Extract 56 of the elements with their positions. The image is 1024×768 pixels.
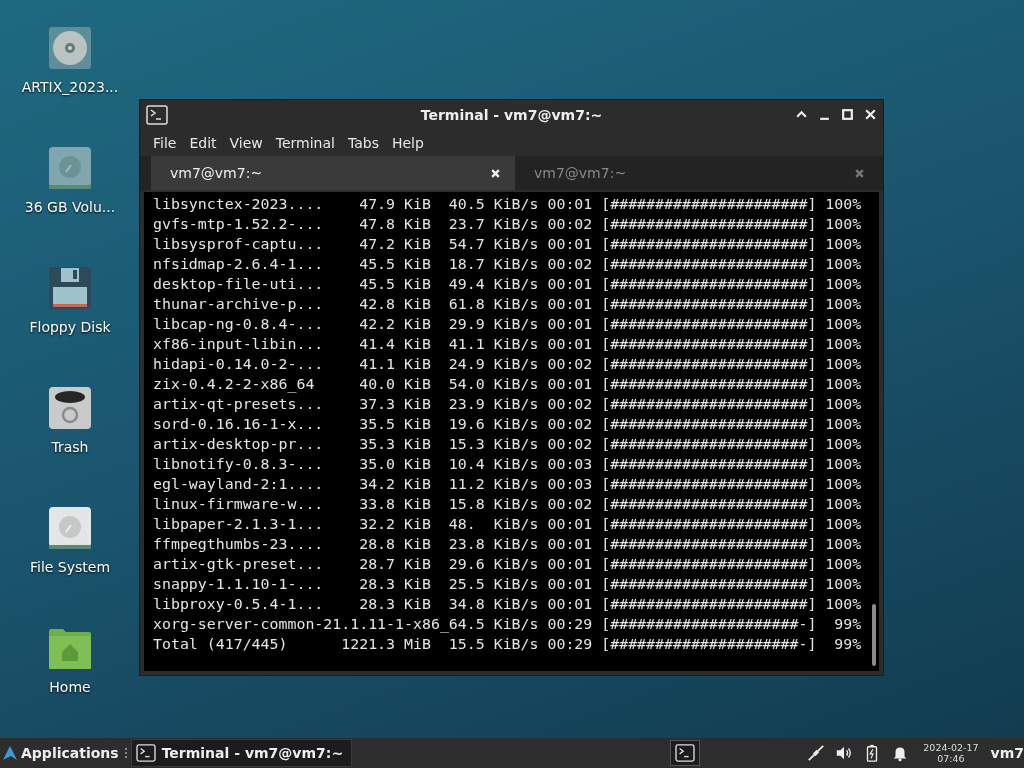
date-text: 2024-02-17 — [923, 742, 979, 753]
terminal-line: artix-gtk-preset... 28.7 KiB 29.6 KiB/s 00:01 [######################] 100% — [153, 554, 863, 574]
terminal-line: libcap-ng-0.8.4-... 42.2 KiB 29.9 KiB/s 00:01 [######################] 100% — [153, 314, 863, 334]
logo-icon — [2, 745, 18, 761]
menu-item[interactable]: Edit — [184, 132, 225, 153]
terminal-line: Total (417/445) 1221.3 MiB 15.5 KiB/s 00:29 [#####################-] 99% — [153, 634, 863, 654]
terminal-tab[interactable]: vm7@vm7:~ — [151, 156, 515, 190]
volume-icon[interactable] — [835, 744, 854, 762]
maximize-icon[interactable] — [841, 108, 854, 121]
terminal-line: libproxy-0.5.4-1... 28.3 KiB 34.8 KiB/s 00:01 [######################] 100% — [153, 594, 863, 614]
terminal-line: ffmpegthumbs-23.... 28.8 KiB 23.8 KiB/s 00:01 [######################] 100% — [153, 534, 863, 554]
taskbar-window-button[interactable]: Terminal - vm7@vm7:~ — [130, 739, 353, 767]
terminal-icon — [146, 104, 168, 125]
terminal-line: libnotify-0.8.3-... 35.0 KiB 10.4 KiB/s 00:03 [######################] 100% — [153, 454, 863, 474]
menu-item[interactable]: Help — [386, 132, 432, 153]
applications-menu-button[interactable]: Applications — [0, 738, 121, 768]
menu-item[interactable]: Tabs — [342, 132, 387, 153]
terminal-line: libsysprof-captu... 47.2 KiB 54.7 KiB/s 00:01 [######################] 100% — [153, 234, 863, 254]
terminal-line: desktop-file-uti... 45.5 KiB 49.4 KiB/s 00:01 [######################] 100% — [153, 274, 863, 294]
desktop-icon-label[interactable]: Floppy Disk — [29, 319, 111, 335]
time-text: 07:46 — [937, 753, 965, 764]
user-name[interactable]: vm7 — [990, 745, 1024, 761]
terminal-line: zix-0.4.2-2-x86_64 40.0 KiB 54.0 KiB/s 00:01 [######################] 100% — [153, 374, 863, 394]
desktop-icon-label[interactable]: File System — [29, 559, 111, 575]
terminal-line: libsynctex-2023.... 47.9 KiB 40.5 KiB/s 00:01 [######################] 100% — [153, 194, 863, 214]
terminal-line: egl-wayland-2:1.... 34.2 KiB 11.2 KiB/s 00:03 [######################] 100% — [153, 474, 863, 494]
terminal-launcher-icon[interactable] — [670, 740, 701, 766]
home-folder-icon[interactable] — [49, 627, 91, 669]
network-disconnected-icon[interactable] — [807, 744, 826, 762]
menu-item[interactable]: Terminal — [270, 132, 343, 153]
terminal-line: sord-0.16.16-1-x... 35.5 KiB 19.6 KiB/s 00:02 [######################] 100% — [153, 414, 863, 434]
terminal-line: linux-firmware-w... 33.8 KiB 15.8 KiB/s 00:02 [######################] 100% — [153, 494, 863, 514]
drive-icon[interactable] — [49, 507, 91, 549]
desktop-icon-label[interactable]: 36 GB Volu... — [24, 199, 116, 215]
menu-item[interactable]: View — [224, 132, 271, 153]
terminal-line: nfsidmap-2.6.4-1... 45.5 KiB 18.7 KiB/s 00:02 [######################] 100% — [153, 254, 863, 274]
terminal-icon — [135, 744, 156, 762]
terminal-line: hidapi-0.14.0-2-... 41.1 KiB 24.9 KiB/s 00:02 [######################] 100% — [153, 354, 863, 374]
terminal-line: snappy-1.1.10-1-... 28.3 KiB 25.5 KiB/s 00:01 [######################] 100% — [153, 574, 863, 594]
clock[interactable]: 2024-02-17 07:46 — [923, 742, 979, 764]
desktop-icon-label[interactable]: Home — [49, 679, 91, 695]
desktop-icon-label[interactable]: Trash — [51, 439, 89, 455]
terminal-line: xorg-server-common-21.1.11-1-x86_64.5 KiB/s 00:29 [#####################-] 99% — [153, 614, 863, 634]
terminal-line: artix-qt-presets... 37.3 KiB 23.9 KiB/s 00:02 [######################] 100% — [153, 394, 863, 414]
terminal-line: thunar-archive-p... 42.8 KiB 61.8 KiB/s 00:01 [######################] 100% — [153, 294, 863, 314]
close-icon[interactable] — [864, 108, 877, 121]
window-title: Terminal - vm7@vm7:~ — [420, 106, 603, 123]
trash-icon[interactable] — [49, 387, 91, 429]
terminal-line: libpaper-2.1.3-1... 32.2 KiB 48. KiB/s 00:01 [######################] 100% — [153, 514, 863, 534]
terminal-line: artix-desktop-pr... 35.3 KiB 15.3 KiB/s 00:02 [######################] 100% — [153, 434, 863, 454]
menu-item[interactable]: File — [148, 132, 185, 153]
terminal-line: gvfs-mtp-1.52.2-... 47.8 KiB 23.7 KiB/s 00:02 [######################] 100% — [153, 214, 863, 234]
terminal-line: xf86-input-libin... 41.4 KiB 41.1 KiB/s 00:01 [######################] 100% — [153, 334, 863, 354]
drag-handle-icon[interactable] — [123, 746, 128, 760]
scrollbar-thumb[interactable] — [872, 604, 876, 666]
desktop-icon-label[interactable]: ARTIX_2023... — [21, 79, 119, 95]
